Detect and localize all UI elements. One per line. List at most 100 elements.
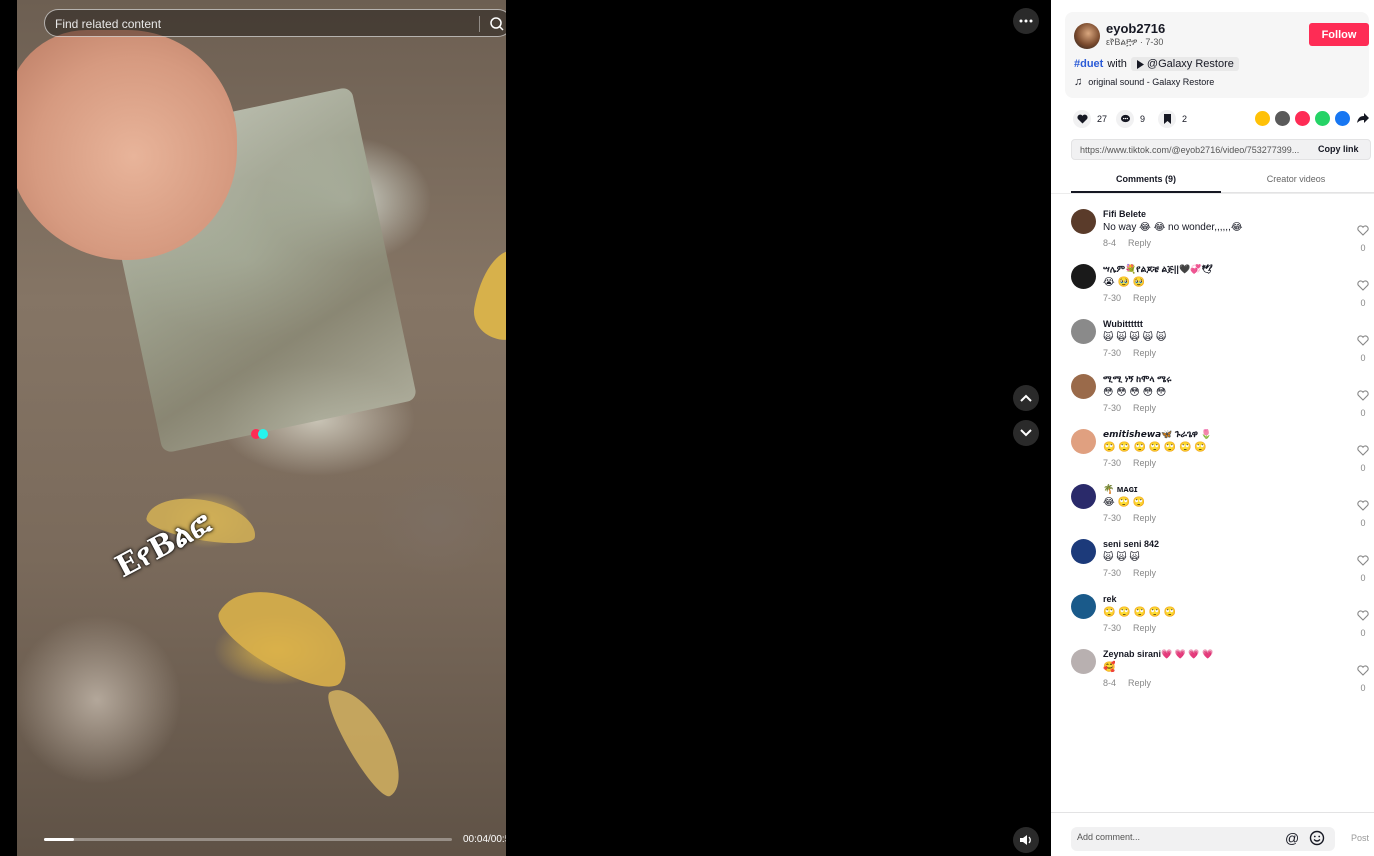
- hand-in-video: [17, 30, 237, 260]
- comment-text: 🙄 🙄 🙄 🙄 🙄 🙄 🙄: [1103, 442, 1207, 453]
- sound-row[interactable]: ♫ original sound - Galaxy Restore: [1074, 76, 1214, 88]
- comment-date: 7-30: [1103, 293, 1122, 303]
- reply-button[interactable]: Reply: [1133, 568, 1156, 578]
- reply-button[interactable]: Reply: [1133, 348, 1156, 358]
- comment-avatar[interactable]: [1071, 319, 1096, 344]
- comment-username[interactable]: Zeynab sirani💗 💗 💗 💗: [1103, 649, 1213, 660]
- comment-like-count: 0: [1360, 243, 1366, 253]
- comment-like-button[interactable]: 0: [1355, 608, 1371, 638]
- reply-button[interactable]: Reply: [1128, 238, 1151, 248]
- post-button[interactable]: Post: [1351, 833, 1369, 843]
- comment-item: seni seni 842 🙀 🙀 🙀 7-30 Reply 0: [1051, 535, 1374, 590]
- comment-meta: 7-30 Reply: [1103, 623, 1156, 633]
- comment-avatar[interactable]: [1071, 484, 1096, 509]
- comment-avatar[interactable]: [1071, 209, 1096, 234]
- reply-button[interactable]: Reply: [1133, 293, 1156, 303]
- comment-like-button[interactable]: 0: [1355, 278, 1371, 308]
- comment-item: rek 🙄 🙄 🙄 🙄 🙄 7-30 Reply 0: [1051, 590, 1374, 645]
- emoji-icon[interactable]: [1309, 830, 1325, 846]
- tab-creator-videos[interactable]: Creator videos: [1221, 174, 1371, 184]
- comment-action[interactable]: 9: [1116, 110, 1145, 128]
- comment-text: 🙀 🙀 🙀 🙀 🙀: [1103, 332, 1167, 343]
- comment-avatar[interactable]: [1071, 649, 1096, 674]
- comment-like-button[interactable]: 0: [1355, 498, 1371, 528]
- comment-username[interactable]: 🌴 ᴍᴀɢɪ: [1103, 484, 1138, 495]
- previous-video-button[interactable]: [1013, 385, 1039, 411]
- comment-like-button[interactable]: 0: [1355, 333, 1371, 363]
- avatar[interactable]: [1074, 23, 1100, 49]
- share-arrow-icon[interactable]: [1357, 112, 1369, 124]
- comment-like-count: 0: [1360, 353, 1366, 363]
- comment-username[interactable]: 𝙚𝙢𝙞𝙩𝙞𝙨𝙝𝙚𝙬𝙖🦋 ጉራጌዋ 🌷: [1103, 429, 1212, 440]
- search-input[interactable]: [55, 16, 475, 32]
- reply-button[interactable]: Reply: [1133, 458, 1156, 468]
- comment-username[interactable]: rek: [1103, 594, 1117, 604]
- comment-text: 🙀 🙀 🙀: [1103, 552, 1140, 563]
- comment-text: 🙄 🙄 🙄 🙄 🙄: [1103, 607, 1177, 618]
- facebook-icon[interactable]: [1335, 111, 1350, 126]
- comment-text: No way 😂 😂 no wonder,,,,,,😂: [1103, 222, 1243, 233]
- comment-like-button[interactable]: 0: [1355, 223, 1371, 253]
- comment-username[interactable]: Wubitttttt: [1103, 319, 1143, 329]
- duet-mention-chip[interactable]: @Galaxy Restore: [1130, 57, 1239, 71]
- mention-icon[interactable]: @: [1285, 830, 1299, 846]
- comment-item: 🌴 ᴍᴀɢɪ 😂 🙄 🙄 7-30 Reply 0: [1051, 480, 1374, 535]
- comment-like-count: 0: [1360, 408, 1366, 418]
- comment-avatar[interactable]: [1071, 264, 1096, 289]
- author-card: eyob2716 ε̃የBል፫ፇ · 7-30 Follow #duet wit…: [1065, 12, 1369, 98]
- next-video-button[interactable]: [1013, 420, 1039, 446]
- comment-username[interactable]: ሣሌም💐የልጆቼ ልጅ||🖤💞🕊: [1103, 264, 1213, 275]
- repost-icon[interactable]: [1255, 111, 1270, 126]
- heart-outline-icon: [1357, 445, 1369, 456]
- tab-comments[interactable]: Comments (9): [1071, 174, 1221, 184]
- comment-username[interactable]: Fifi Belete: [1103, 209, 1146, 219]
- video-player[interactable]: ЕየBልፎ 00:04/00:55: [17, 0, 506, 856]
- search-icon[interactable]: [488, 15, 506, 33]
- play-icon: [1136, 59, 1144, 69]
- whatsapp-icon[interactable]: [1315, 111, 1330, 126]
- heart-outline-icon: [1357, 500, 1369, 511]
- heart-outline-icon: [1357, 225, 1369, 236]
- reply-button[interactable]: Reply: [1133, 403, 1156, 413]
- comment-item: ሚሚ ነኝ ከሞላ ሜሩ 😳 😳 😳 😳 😳 7-30 Reply 0: [1051, 370, 1374, 425]
- embed-icon[interactable]: [1275, 111, 1290, 126]
- author-name[interactable]: eyob2716: [1106, 21, 1165, 36]
- comment-username[interactable]: seni seni 842: [1103, 539, 1159, 549]
- comment-count: 9: [1140, 114, 1146, 124]
- more-options-button[interactable]: [1013, 8, 1039, 34]
- comment-date: 8-4: [1103, 678, 1117, 688]
- action-row: 27 9 2: [1073, 110, 1369, 128]
- reply-button[interactable]: Reply: [1133, 513, 1156, 523]
- comment-date: 7-30: [1103, 623, 1122, 633]
- reply-button[interactable]: Reply: [1128, 678, 1151, 688]
- comment-avatar[interactable]: [1071, 374, 1096, 399]
- search-box[interactable]: [44, 9, 506, 37]
- save-action[interactable]: 2: [1158, 110, 1187, 128]
- comment-input[interactable]: [1077, 832, 1277, 842]
- comment-like-button[interactable]: 0: [1355, 388, 1371, 418]
- like-action[interactable]: 27: [1073, 110, 1107, 128]
- comment-avatar[interactable]: [1071, 594, 1096, 619]
- divider: [1051, 193, 1374, 194]
- tabs: Comments (9) Creator videos: [1071, 168, 1374, 193]
- comment-like-button[interactable]: 0: [1355, 553, 1371, 583]
- video-progress-bar[interactable]: [44, 838, 452, 841]
- comment-like-button[interactable]: 0: [1355, 443, 1371, 473]
- video-link[interactable]: https://www.tiktok.com/@eyob2716/video/7…: [1080, 145, 1310, 155]
- comment-avatar[interactable]: [1071, 539, 1096, 564]
- comment-date: 7-30: [1103, 513, 1122, 523]
- send-to-friends-icon[interactable]: [1295, 111, 1310, 126]
- volume-button[interactable]: [1013, 827, 1039, 853]
- more-icon: [1019, 19, 1033, 23]
- reply-button[interactable]: Reply: [1133, 623, 1156, 633]
- copy-link-button[interactable]: Copy link: [1318, 144, 1359, 154]
- comment-date: 7-30: [1103, 348, 1122, 358]
- recording-dots: [251, 426, 268, 444]
- hashtag-link[interactable]: #duet: [1074, 58, 1103, 70]
- comment-avatar[interactable]: [1071, 429, 1096, 454]
- comment-date: 8-4: [1103, 238, 1117, 248]
- caption-with: with: [1107, 58, 1127, 70]
- comment-username[interactable]: ሚሚ ነኝ ከሞላ ሜሩ: [1103, 374, 1171, 385]
- follow-button[interactable]: Follow: [1309, 23, 1369, 46]
- comment-like-button[interactable]: 0: [1355, 663, 1371, 693]
